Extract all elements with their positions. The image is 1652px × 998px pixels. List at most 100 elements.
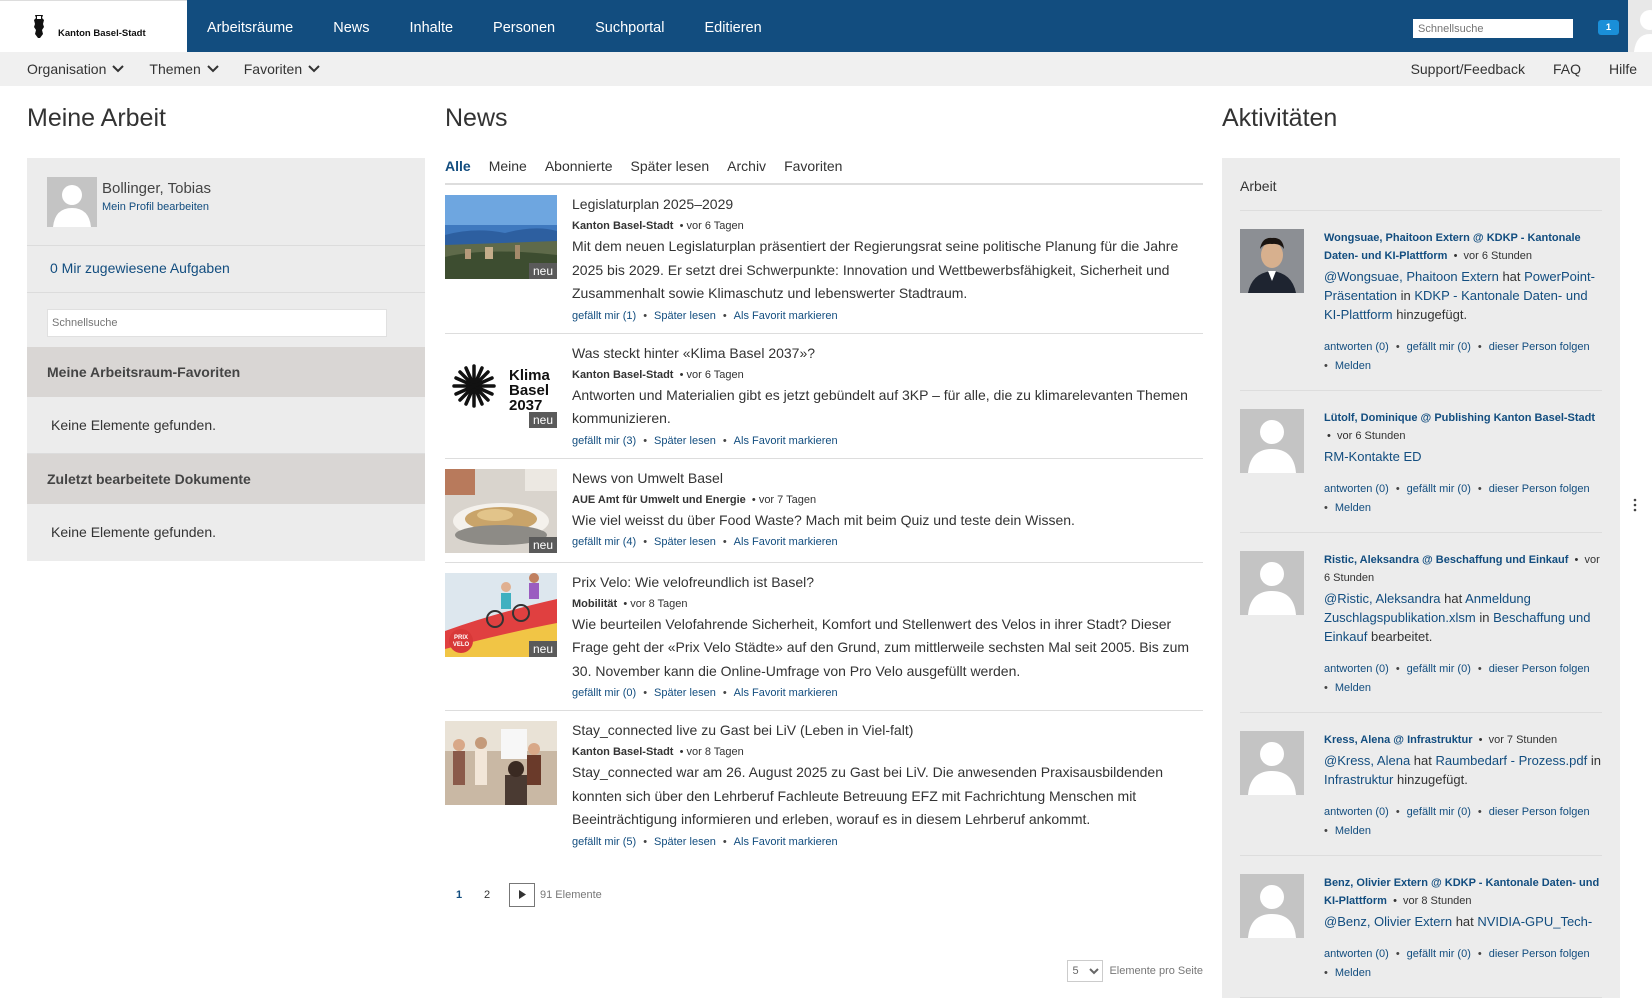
read-later-link[interactable]: Später lesen xyxy=(654,836,716,848)
meta-dot: • xyxy=(673,220,687,232)
nav-inhalte[interactable]: Inhalte xyxy=(390,0,474,52)
news-source[interactable]: Kanton Basel-Stadt xyxy=(572,369,673,381)
tab-meine[interactable]: Meine xyxy=(489,158,527,183)
like-link[interactable]: gefällt mir (0) xyxy=(1407,806,1471,818)
reply-link[interactable]: antworten (0) xyxy=(1324,948,1389,960)
read-later-link[interactable]: Später lesen xyxy=(654,435,716,447)
read-later-link[interactable]: Später lesen xyxy=(654,536,716,548)
like-link[interactable]: gefällt mir (0) xyxy=(1407,948,1471,960)
news-source[interactable]: AUE Amt für Umwelt und Energie xyxy=(572,494,746,506)
read-later-link[interactable]: Später lesen xyxy=(654,687,716,699)
per-page-select[interactable]: 5 xyxy=(1067,960,1104,982)
news-thumbnail[interactable]: Klima Basel 2037 neu xyxy=(445,343,557,428)
page-1-link[interactable]: 1 xyxy=(445,889,473,901)
themen-dropdown[interactable]: Themen xyxy=(149,52,219,86)
report-link[interactable]: Melden xyxy=(1335,825,1371,837)
news-title-link[interactable]: Prix Velo: Wie velofreundlich ist Basel? xyxy=(572,572,1203,592)
tab-spaeter-lesen[interactable]: Später lesen xyxy=(631,158,710,183)
assigned-tasks-link[interactable]: 0 Mir zugewiesene Aufgaben xyxy=(27,246,425,293)
news-title-link[interactable]: Stay_connected live zu Gast bei LiV (Leb… xyxy=(572,720,1203,740)
like-link[interactable]: gefällt mir (0) xyxy=(1407,341,1471,353)
faq-link[interactable]: FAQ xyxy=(1553,52,1581,86)
page-2-link[interactable]: 2 xyxy=(473,889,501,901)
nav-arbeitsraeume[interactable]: Arbeitsräume xyxy=(187,0,313,52)
favoriten-dropdown[interactable]: Favoriten xyxy=(244,52,320,86)
follow-person-link[interactable]: dieser Person folgen xyxy=(1489,806,1590,818)
news-thumbnail[interactable]: PRIX VELO neu xyxy=(445,572,557,657)
hilfe-link[interactable]: Hilfe xyxy=(1609,52,1637,86)
follow-person-link[interactable]: dieser Person folgen xyxy=(1489,483,1590,495)
user-avatar[interactable] xyxy=(1628,0,1652,52)
tab-alle[interactable]: Alle xyxy=(445,158,471,183)
tab-archiv[interactable]: Archiv xyxy=(727,158,766,183)
like-link[interactable]: gefällt mir (5) xyxy=(572,836,636,848)
like-link[interactable]: gefällt mir (0) xyxy=(1407,663,1471,675)
edit-profile-link[interactable]: Mein Profil bearbeiten xyxy=(102,201,211,213)
mark-favorite-link[interactable]: Als Favorit markieren xyxy=(734,310,838,322)
report-link[interactable]: Melden xyxy=(1335,502,1371,514)
nav-news[interactable]: News xyxy=(313,0,389,52)
report-link[interactable]: Melden xyxy=(1335,967,1371,979)
like-link[interactable]: gefällt mir (3) xyxy=(572,435,636,447)
nav-suchportal[interactable]: Suchportal xyxy=(575,0,684,52)
nav-personen[interactable]: Personen xyxy=(473,0,575,52)
report-link[interactable]: Melden xyxy=(1335,682,1371,694)
mark-favorite-link[interactable]: Als Favorit markieren xyxy=(734,435,838,447)
follow-person-link[interactable]: dieser Person folgen xyxy=(1489,948,1590,960)
mark-favorite-link[interactable]: Als Favorit markieren xyxy=(734,687,838,699)
news-source[interactable]: Mobilität xyxy=(572,598,617,610)
read-later-link[interactable]: Später lesen xyxy=(654,310,716,322)
next-page-button[interactable] xyxy=(509,882,535,907)
news-thumbnail[interactable]: neu xyxy=(445,195,557,279)
news-title-link[interactable]: News von Umwelt Basel xyxy=(572,468,1203,488)
left-search-input[interactable] xyxy=(47,309,387,337)
reply-link[interactable]: antworten (0) xyxy=(1324,483,1389,495)
news-source[interactable]: Kanton Basel-Stadt xyxy=(572,746,673,758)
activity-avatar[interactable] xyxy=(1240,229,1304,293)
reply-link[interactable]: antworten (0) xyxy=(1324,663,1389,675)
activity-avatar[interactable] xyxy=(1240,731,1304,795)
follow-person-link[interactable]: dieser Person folgen xyxy=(1489,341,1590,353)
notification-badge[interactable]: 1 xyxy=(1598,20,1619,35)
activity-author-link[interactable]: Kress, Alena @ Infrastruktur xyxy=(1324,734,1472,746)
activity-link[interactable]: RM-Kontakte ED xyxy=(1324,449,1422,464)
news-title-link[interactable]: Was steckt hinter «Klima Basel 2037»? xyxy=(572,343,1203,363)
activity-author-link[interactable]: Lütolf, Dominique @ Publishing Kanton Ba… xyxy=(1324,412,1595,424)
activity-avatar[interactable] xyxy=(1240,874,1304,938)
activity-link[interactable]: NVIDIA-GPU_Tech- xyxy=(1477,914,1592,929)
support-feedback-link[interactable]: Support/Feedback xyxy=(1411,52,1525,86)
activity-link[interactable]: @Wongsuae, Phaitoon Extern xyxy=(1324,269,1499,284)
logo[interactable]: Kanton Basel-Stadt xyxy=(0,0,187,52)
tab-favoriten[interactable]: Favoriten xyxy=(784,158,842,183)
new-badge: neu xyxy=(528,263,557,279)
mark-favorite-link[interactable]: Als Favorit markieren xyxy=(734,836,838,848)
organisation-dropdown[interactable]: Organisation xyxy=(27,52,125,86)
header-search-input[interactable] xyxy=(1413,19,1573,38)
activity-link[interactable]: @Kress, Alena xyxy=(1324,753,1410,768)
user-silhouette-icon xyxy=(53,185,91,227)
activity-avatar[interactable] xyxy=(1240,409,1304,473)
like-link[interactable]: gefällt mir (1) xyxy=(572,310,636,322)
tab-abonnierte[interactable]: Abonnierte xyxy=(545,158,613,183)
like-link[interactable]: gefällt mir (0) xyxy=(1407,483,1471,495)
activity-link[interactable]: Raumbedarf - Prozess.pdf xyxy=(1435,753,1587,768)
activity-link[interactable]: Infrastruktur xyxy=(1324,772,1393,787)
report-link[interactable]: Melden xyxy=(1335,360,1371,372)
news-title-link[interactable]: Legislaturplan 2025–2029 xyxy=(572,194,1203,214)
mark-favorite-link[interactable]: Als Favorit markieren xyxy=(734,536,838,548)
more-vertical-icon[interactable] xyxy=(1633,498,1637,512)
reply-link[interactable]: antworten (0) xyxy=(1324,806,1389,818)
nav-editieren[interactable]: Editieren xyxy=(684,0,781,52)
reply-link[interactable]: antworten (0) xyxy=(1324,341,1389,353)
news-source[interactable]: Kanton Basel-Stadt xyxy=(572,220,673,232)
activity-link[interactable]: @Benz, Olivier Extern xyxy=(1324,914,1452,929)
profile-avatar[interactable] xyxy=(47,177,97,227)
news-thumbnail[interactable]: neu xyxy=(445,468,557,553)
news-thumbnail[interactable] xyxy=(445,721,557,805)
activity-author-link[interactable]: Ristic, Aleksandra @ Beschaffung und Ein… xyxy=(1324,554,1568,566)
activity-avatar[interactable] xyxy=(1240,551,1304,615)
activity-link[interactable]: @Ristic, Aleksandra xyxy=(1324,591,1441,606)
follow-person-link[interactable]: dieser Person folgen xyxy=(1489,663,1590,675)
like-link[interactable]: gefällt mir (4) xyxy=(572,536,636,548)
like-link[interactable]: gefällt mir (0) xyxy=(572,687,636,699)
